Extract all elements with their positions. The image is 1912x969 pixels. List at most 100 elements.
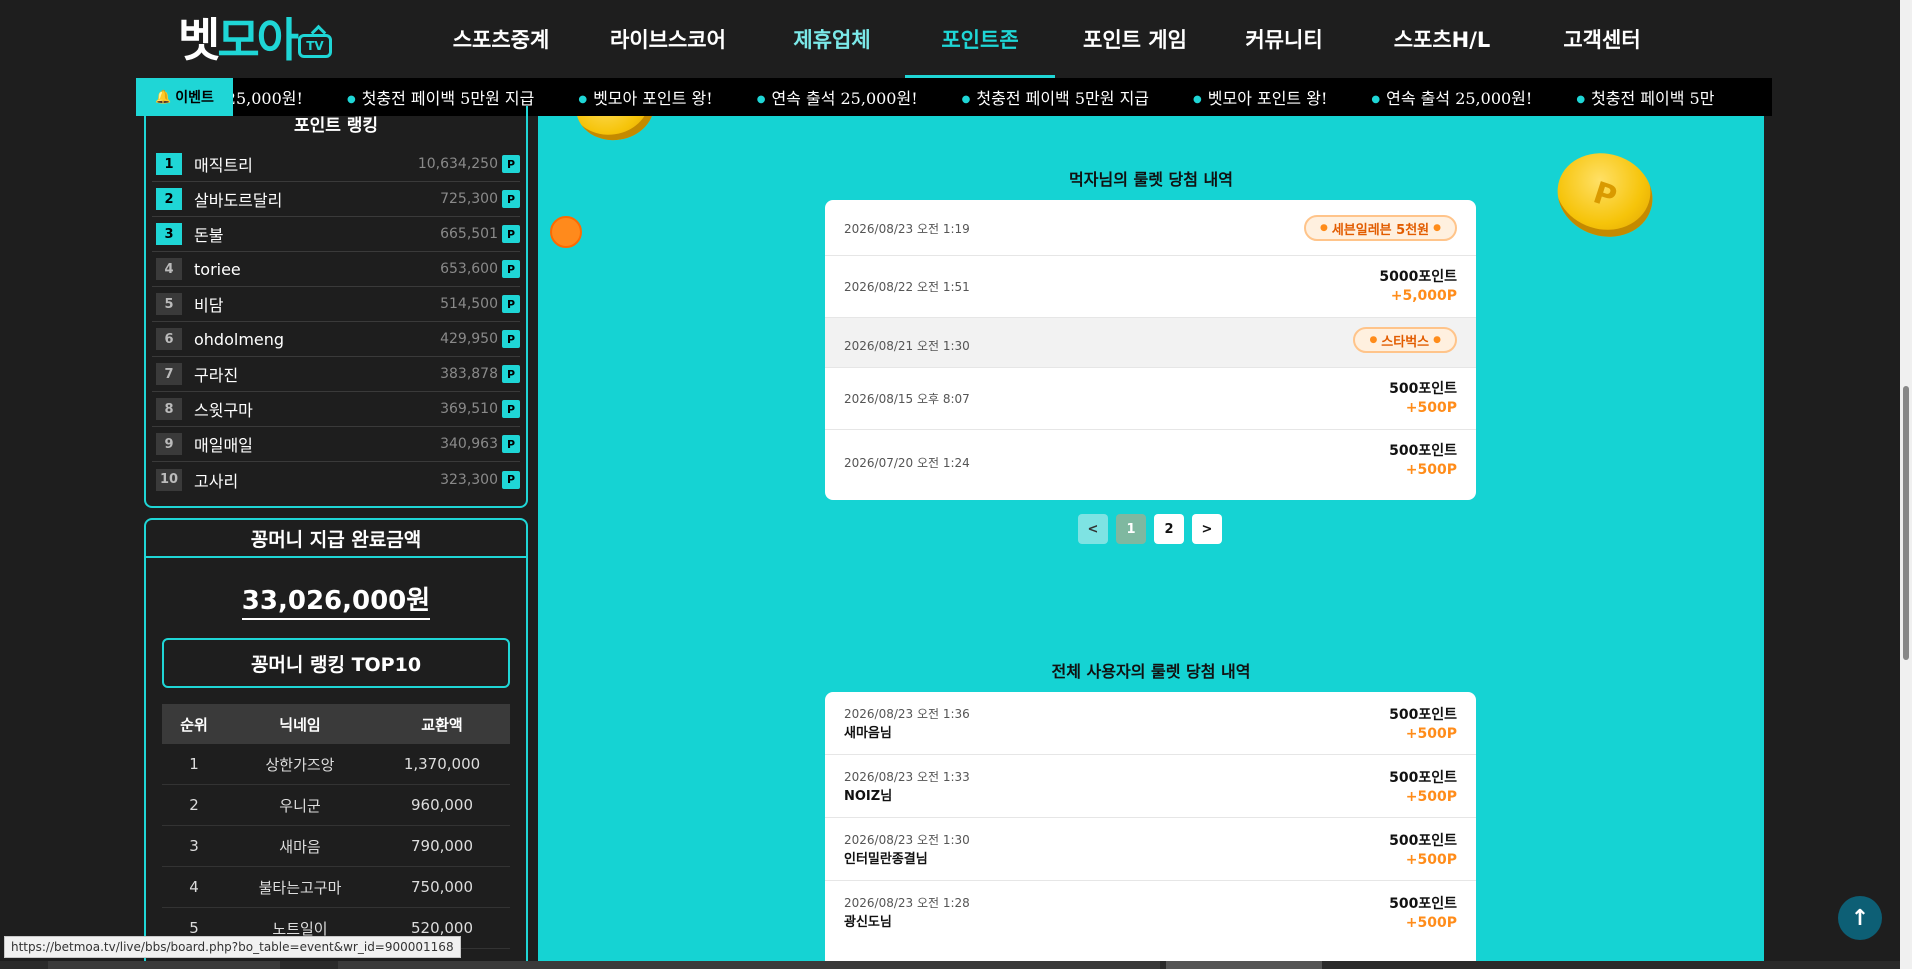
history-row: 2026/08/23 오전 1:30 인터밀란종결님 500포인트 +500P	[825, 818, 1476, 881]
event-tag[interactable]: 🔔 이벤트	[136, 78, 233, 116]
ranking-row[interactable]: 5 비담 514,500 P	[152, 287, 520, 322]
point-ranking-list: 1 매직트리 10,634,250 P 2 살바도르달리 725,300 P 3 돈불 665,50…	[152, 147, 520, 497]
prize-label: 500포인트	[1389, 443, 1457, 459]
ranking-row[interactable]: 4 toriee 653,600 P	[152, 252, 520, 287]
free-money-ranking-button[interactable]: 꽁머니 랭킹 TOP10	[162, 638, 510, 688]
ticker-text: 첫충전 페이백 5만	[1591, 89, 1715, 108]
ranking-row[interactable]: 7 구라진 383,878 P	[152, 357, 520, 392]
ranking-row[interactable]: 3 돈불 665,501 P	[152, 217, 520, 252]
point-p-icon: P	[502, 225, 520, 243]
cell-amount: 750,000	[410, 878, 474, 896]
history-row: 2026/07/20 오전 1:24 500포인트 +500P	[825, 430, 1476, 500]
ranking-row[interactable]: 1 매직트리 10,634,250 P	[152, 147, 520, 182]
cell-rank: 2	[189, 796, 199, 814]
nav-2[interactable]: 라이브스코어	[577, 0, 759, 78]
dot-icon: ●	[756, 94, 766, 105]
ticker-text: 벳모아 포인트 왕!	[1207, 89, 1328, 108]
history-row: 2026/08/21 오전 1:30 ● 스타벅스 ●	[825, 318, 1476, 368]
nav-7[interactable]: 스포츠H/L	[1353, 0, 1531, 78]
rank-number: 5	[156, 293, 182, 315]
rank-nickname: 고사리	[194, 471, 239, 491]
rank-nickname: 매직트리	[194, 156, 253, 175]
nav-8[interactable]: 고객센터	[1531, 0, 1673, 78]
ranking-row[interactable]: 8 스윗구마 369,510 P	[152, 392, 520, 427]
page-1-button[interactable]: 1	[1116, 514, 1146, 544]
rank-number: 7	[156, 363, 182, 385]
cell-nickname: 새마음	[279, 837, 321, 856]
free-money-panel: 꽁머니 지급 완료금액 33,026,000원 꽁머니 랭킹 TOP10 순위 …	[144, 518, 528, 969]
ticker-item[interactable]: ● 벳모아 포인트 왕!	[1193, 85, 1327, 109]
ticker-item[interactable]: ● 첫충전 페이백 5만	[1576, 85, 1714, 109]
history-row: 2026/08/23 오전 1:36 새마음님 500포인트 +500P	[825, 692, 1476, 755]
point-p-icon: P	[502, 260, 520, 278]
scroll-to-top-button[interactable]: ↑	[1838, 896, 1882, 940]
ranking-row[interactable]: 9 매일매일 340,963 P	[152, 427, 520, 462]
cell-nickname: 상한가즈앙	[265, 755, 335, 774]
page-next-button[interactable]: >	[1192, 514, 1222, 544]
rank-points: 429,950	[440, 331, 498, 347]
dot-icon: ●	[961, 94, 971, 105]
nav-6[interactable]: 커뮤니티	[1215, 0, 1353, 78]
rank-number: 9	[156, 433, 182, 455]
nav-5[interactable]: 포인트 게임	[1055, 0, 1215, 78]
orange-ball-decoration	[550, 216, 582, 248]
prize-amount: +500P	[1405, 400, 1457, 416]
ticker-item[interactable]: ● 연속 출석 25,000원!	[1371, 85, 1532, 109]
nav-3[interactable]: 제휴업체	[759, 0, 905, 78]
ticker-item[interactable]: ● 첫충전 페이백 5만원 지급	[962, 85, 1149, 109]
dot-icon: ●	[1371, 94, 1381, 105]
bell-icon: 🔔	[155, 89, 172, 105]
prize-label: 500포인트	[1389, 833, 1457, 849]
site-logo[interactable]: 벳모아 TV	[178, 17, 332, 63]
history-row: 2026/08/23 오전 1:19 ● 세븐일레븐 5천원 ●	[825, 200, 1476, 256]
dot-icon: ●	[1576, 94, 1586, 105]
point-p-icon: P	[502, 470, 520, 489]
main-menu: 스포츠중계 라이브스코어 제휴업체 포인트존 포인트 게임 커뮤니티 스포츠H/L 고객센터	[425, 0, 1673, 78]
rank-nickname: 스윗구마	[194, 401, 253, 420]
top-navigation: 벳모아 TV 스포츠중계 라이브스코어 제휴업체 포인트존 포인트 게임 커뮤니티 스포츠H…	[0, 0, 1912, 78]
ticker-text: 벳모아 포인트 왕!	[593, 89, 713, 108]
tv-icon: TV	[297, 34, 332, 58]
prize-amount: +500P	[1405, 726, 1457, 742]
free-money-table: 순위 닉네임 교환액 1 상한가즈앙 1,370,000 2 우니군 960,000 3 새마…	[162, 704, 510, 949]
free-money-title: 꽁머니 지급 완료금액	[146, 520, 526, 558]
rank-points: 725,300	[440, 191, 498, 207]
cell-amount: 960,000	[410, 796, 474, 814]
rank-points: 323,300	[440, 471, 498, 488]
page-2-button[interactable]: 2	[1154, 514, 1184, 544]
nav-1[interactable]: 스포츠중계	[425, 0, 577, 78]
ticker-item[interactable]: ● 연속 출석 25,000원!	[757, 85, 918, 109]
history-prize: 500포인트 +500P	[1389, 440, 1457, 478]
history-date: 2026/08/15 오후 8:07	[844, 392, 970, 406]
ranking-row[interactable]: 6 ohdolmeng 429,950 P	[152, 322, 520, 357]
nav-4[interactable]: 포인트존	[905, 0, 1055, 78]
history-prize: 500포인트 +500P	[1389, 830, 1457, 868]
history-prize: 500포인트 +500P	[1389, 767, 1457, 805]
all-roulette-history-title: 전체 사용자의 룰렛 당첨 내역	[1051, 662, 1251, 681]
cell-amount: 790,000	[410, 837, 474, 855]
header-nickname: 닉네임	[279, 715, 321, 734]
point-p-icon: P	[502, 295, 520, 313]
ranking-row[interactable]: 2 살바도르달리 725,300 P	[152, 182, 520, 217]
rank-number: 6	[156, 328, 182, 350]
vertical-scrollbar[interactable]	[1900, 0, 1912, 969]
header-amount: 교환액	[421, 715, 463, 734]
rank-points: 369,510	[440, 401, 498, 417]
point-p-icon: P	[502, 365, 520, 383]
history-date: 2026/08/23 오전 1:28	[844, 896, 970, 910]
dot-icon: ●	[1433, 223, 1441, 233]
rank-points: 665,501	[440, 226, 498, 242]
rank-nickname: 살바도르달리	[194, 191, 283, 210]
rank-number: 4	[156, 258, 182, 280]
point-p-icon: P	[502, 190, 520, 208]
table-row: 3 새마음 790,000	[162, 826, 510, 867]
prize-label: 500포인트	[1389, 770, 1457, 786]
page-prev-button[interactable]: <	[1078, 514, 1108, 544]
header-rank: 순위	[180, 715, 208, 734]
ticker-item[interactable]: ● 벳모아 포인트 왕!	[578, 85, 712, 109]
scrollbar-thumb[interactable]	[1903, 386, 1909, 660]
taskbar-strip	[0, 961, 1900, 969]
ranking-row[interactable]: 10 고사리 323,300 P	[152, 462, 520, 497]
history-user: NOIZ님	[844, 789, 893, 804]
prize-amount: +500P	[1405, 789, 1457, 805]
